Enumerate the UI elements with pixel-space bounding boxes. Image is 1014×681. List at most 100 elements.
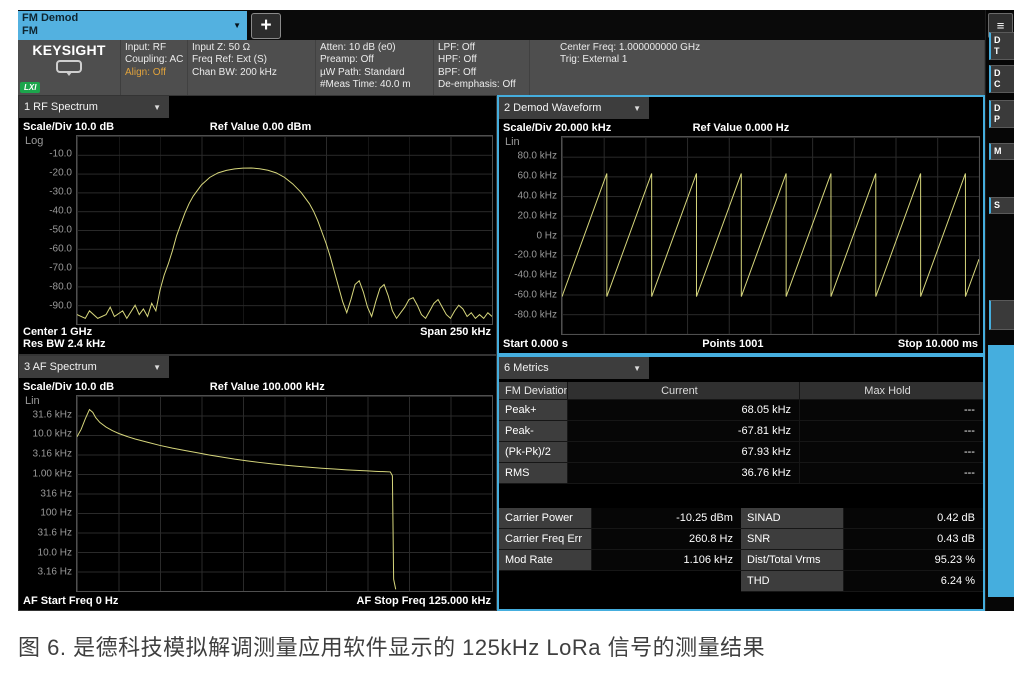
chevron-down-icon: ▼ [233,21,241,30]
scale-per-div: Scale/Div 10.0 dB [23,381,114,393]
metric-value: 95.23 % [843,550,983,571]
keysight-logo: KEYSIGHT [32,42,105,58]
panel-metrics: 6 Metrics ▼ FM Deviation Current Max Hol… [497,355,985,611]
y-tick-label: 100 Hz [40,508,72,519]
softkey-label: D [994,35,1014,46]
metric-value: 260.8 Hz [591,529,741,550]
ref-value: Ref Value 0.000 Hz [693,122,790,134]
softkey-button[interactable]: M [989,143,1014,160]
y-tick-label: -80.0 kHz [514,310,557,321]
metrics-row: Carrier Power-10.25 dBm [499,508,741,529]
af-trace [77,396,492,591]
softkey-button[interactable]: DT [989,32,1014,60]
y-tick-label: 20.0 kHz [518,210,557,221]
center-freq-label: Center 1 GHz [23,326,106,338]
scale-per-div: Scale/Div 10.0 dB [23,121,114,133]
metric-name: THD [741,571,843,592]
y-tick-label: 80.0 kHz [518,150,557,161]
y-tick-label: -60.0 kHz [514,290,557,301]
lower-left-rows: Carrier Power-10.25 dBmCarrier Freq Err2… [499,508,741,592]
amplitude-scale-type: Log [25,135,43,147]
metrics-row: (Pk-Pk)/267.93 kHz--- [499,442,983,463]
chevron-down-icon: ▼ [633,364,641,373]
metric-maxhold-value: --- [799,400,983,421]
panel-selector-demod-waveform[interactable]: 2 Demod Waveform ▼ [499,97,649,119]
header-setting: Chan BW: 200 kHz [192,67,311,79]
header-setting: LPF: Off [438,42,525,54]
start-time-label: Start 0.000 s [503,338,568,350]
metrics-row: Peak--67.81 kHz--- [499,421,983,442]
metric-current-value: 68.05 kHz [567,400,799,421]
header-column: Center Freq: 1.000000000 GHzTrig: Extern… [530,40,985,95]
metrics-row: RMS36.76 kHz--- [499,463,983,484]
add-tab-button[interactable]: + [251,13,281,39]
y-tick-label: 316 Hz [40,488,72,499]
softkey-label: P [994,114,1014,125]
y-tick-label: 1.00 kHz [33,468,72,479]
chevron-down-icon: ▼ [153,103,161,112]
panel-title: 6 Metrics [504,362,549,374]
softkey-button[interactable]: DP [989,100,1014,128]
demod-y-axis: Lin 80.0 kHz60.0 kHz40.0 kHz20.0 kHz0 Hz… [499,136,561,335]
header-setting: Align: Off [125,67,183,79]
header-setting: Trig: External 1 [560,54,980,66]
brand-block: KEYSIGHT LXI [18,40,121,95]
ref-value: Ref Value 0.00 dBm [210,121,312,133]
metric-maxhold-value: --- [799,463,983,484]
metric-name: Dist/Total Vrms [741,550,843,571]
tab-fm-demod[interactable]: FM Demod FM ▼ [18,11,247,40]
softkey-button[interactable]: DC [989,65,1014,93]
y-tick-label: 3.16 Hz [38,567,72,578]
figure-caption: 图 6. 是德科技模拟解调测量应用软件显示的 125kHz LoRa 信号的测量… [18,630,765,662]
demod-trace [562,137,979,334]
af-spectrum-plot[interactable] [76,395,493,592]
metrics-lower: Carrier Power-10.25 dBmCarrier Freq Err2… [499,508,983,592]
header-setting: Atten: 10 dB (e0) [320,42,429,54]
points-label: Points 1001 [702,338,763,350]
header-setting: HPF: Off [438,54,525,66]
softkey-label: M [994,146,1014,157]
panel-demod-waveform: 2 Demod Waveform ▼ Scale/Div 20.000 kHz … [497,95,985,355]
stop-time-label: Stop 10.000 ms [898,338,978,350]
rf-spectrum-plot[interactable] [76,135,493,325]
af-start-freq-label: AF Start Freq 0 Hz [23,595,118,607]
col-fm-deviation: FM Deviation [499,382,567,400]
ref-value: Ref Value 100.000 kHz [210,381,325,393]
metric-name: Peak- [499,421,567,442]
page: FM Demod FM ▼ + KEYSIGHT LXI Inp [0,0,1014,681]
rf-y-axis: Log -10.0-20.0-30.0-40.0-50.0-60.0-70.0-… [19,135,76,325]
y-tick-label: -60.0 [49,244,72,255]
metric-current-value: -67.81 kHz [567,421,799,442]
demod-waveform-plot[interactable] [561,136,980,335]
sidebar-blue-strip [988,345,1014,597]
header-setting: Center Freq: 1.000000000 GHz [560,42,980,54]
metric-name: RMS [499,463,567,484]
metric-value: 1.106 kHz [591,550,741,571]
metrics-row: Peak+68.05 kHz--- [499,400,983,421]
metrics-row: THD6.24 % [741,571,983,592]
softkey-button[interactable]: S [989,197,1014,214]
lower-right-rows: SINAD0.42 dBSNR0.43 dBDist/Total Vrms95.… [741,508,983,592]
y-tick-label: -20.0 [49,168,72,179]
rf-x-annotations: Center 1 GHz Res BW 2.4 kHz Span 250 kHz [19,325,496,354]
scale-per-div: Scale/Div 20.000 kHz [503,122,611,134]
panel-title: 3 AF Spectrum [24,361,97,373]
y-tick-label: 60.0 kHz [518,170,557,181]
panel-selector-metrics[interactable]: 6 Metrics ▼ [499,357,649,379]
y-tick-label: -40.0 kHz [514,270,557,281]
main-area: FM Demod FM ▼ + KEYSIGHT LXI Inp [18,10,985,611]
header-column: Input Z: 50 ΩFreq Ref: Ext (S)Chan BW: 2… [188,40,316,95]
lxi-badge: LXI [20,82,40,93]
panel-rf-spectrum: 1 RF Spectrum ▼ Scale/Div 10.0 dB Ref Va… [18,95,497,355]
header-setting: De-emphasis: Off [438,79,525,91]
header-setting: #Meas Time: 40.0 m [320,79,429,91]
softkey-label: C [994,79,1014,90]
softkey-button[interactable] [989,300,1014,330]
panel-selector-af-spectrum[interactable]: 3 AF Spectrum ▼ [19,356,169,378]
amplitude-scale-type: Lin [505,136,520,148]
rf-trace [77,136,492,324]
tab-meas-name: FM [22,25,78,38]
metric-value: -10.25 dBm [591,508,741,529]
panel-selector-rf-spectrum[interactable]: 1 RF Spectrum ▼ [19,96,169,118]
rf-left-annotations: Center 1 GHz Res BW 2.4 kHz [23,326,106,350]
